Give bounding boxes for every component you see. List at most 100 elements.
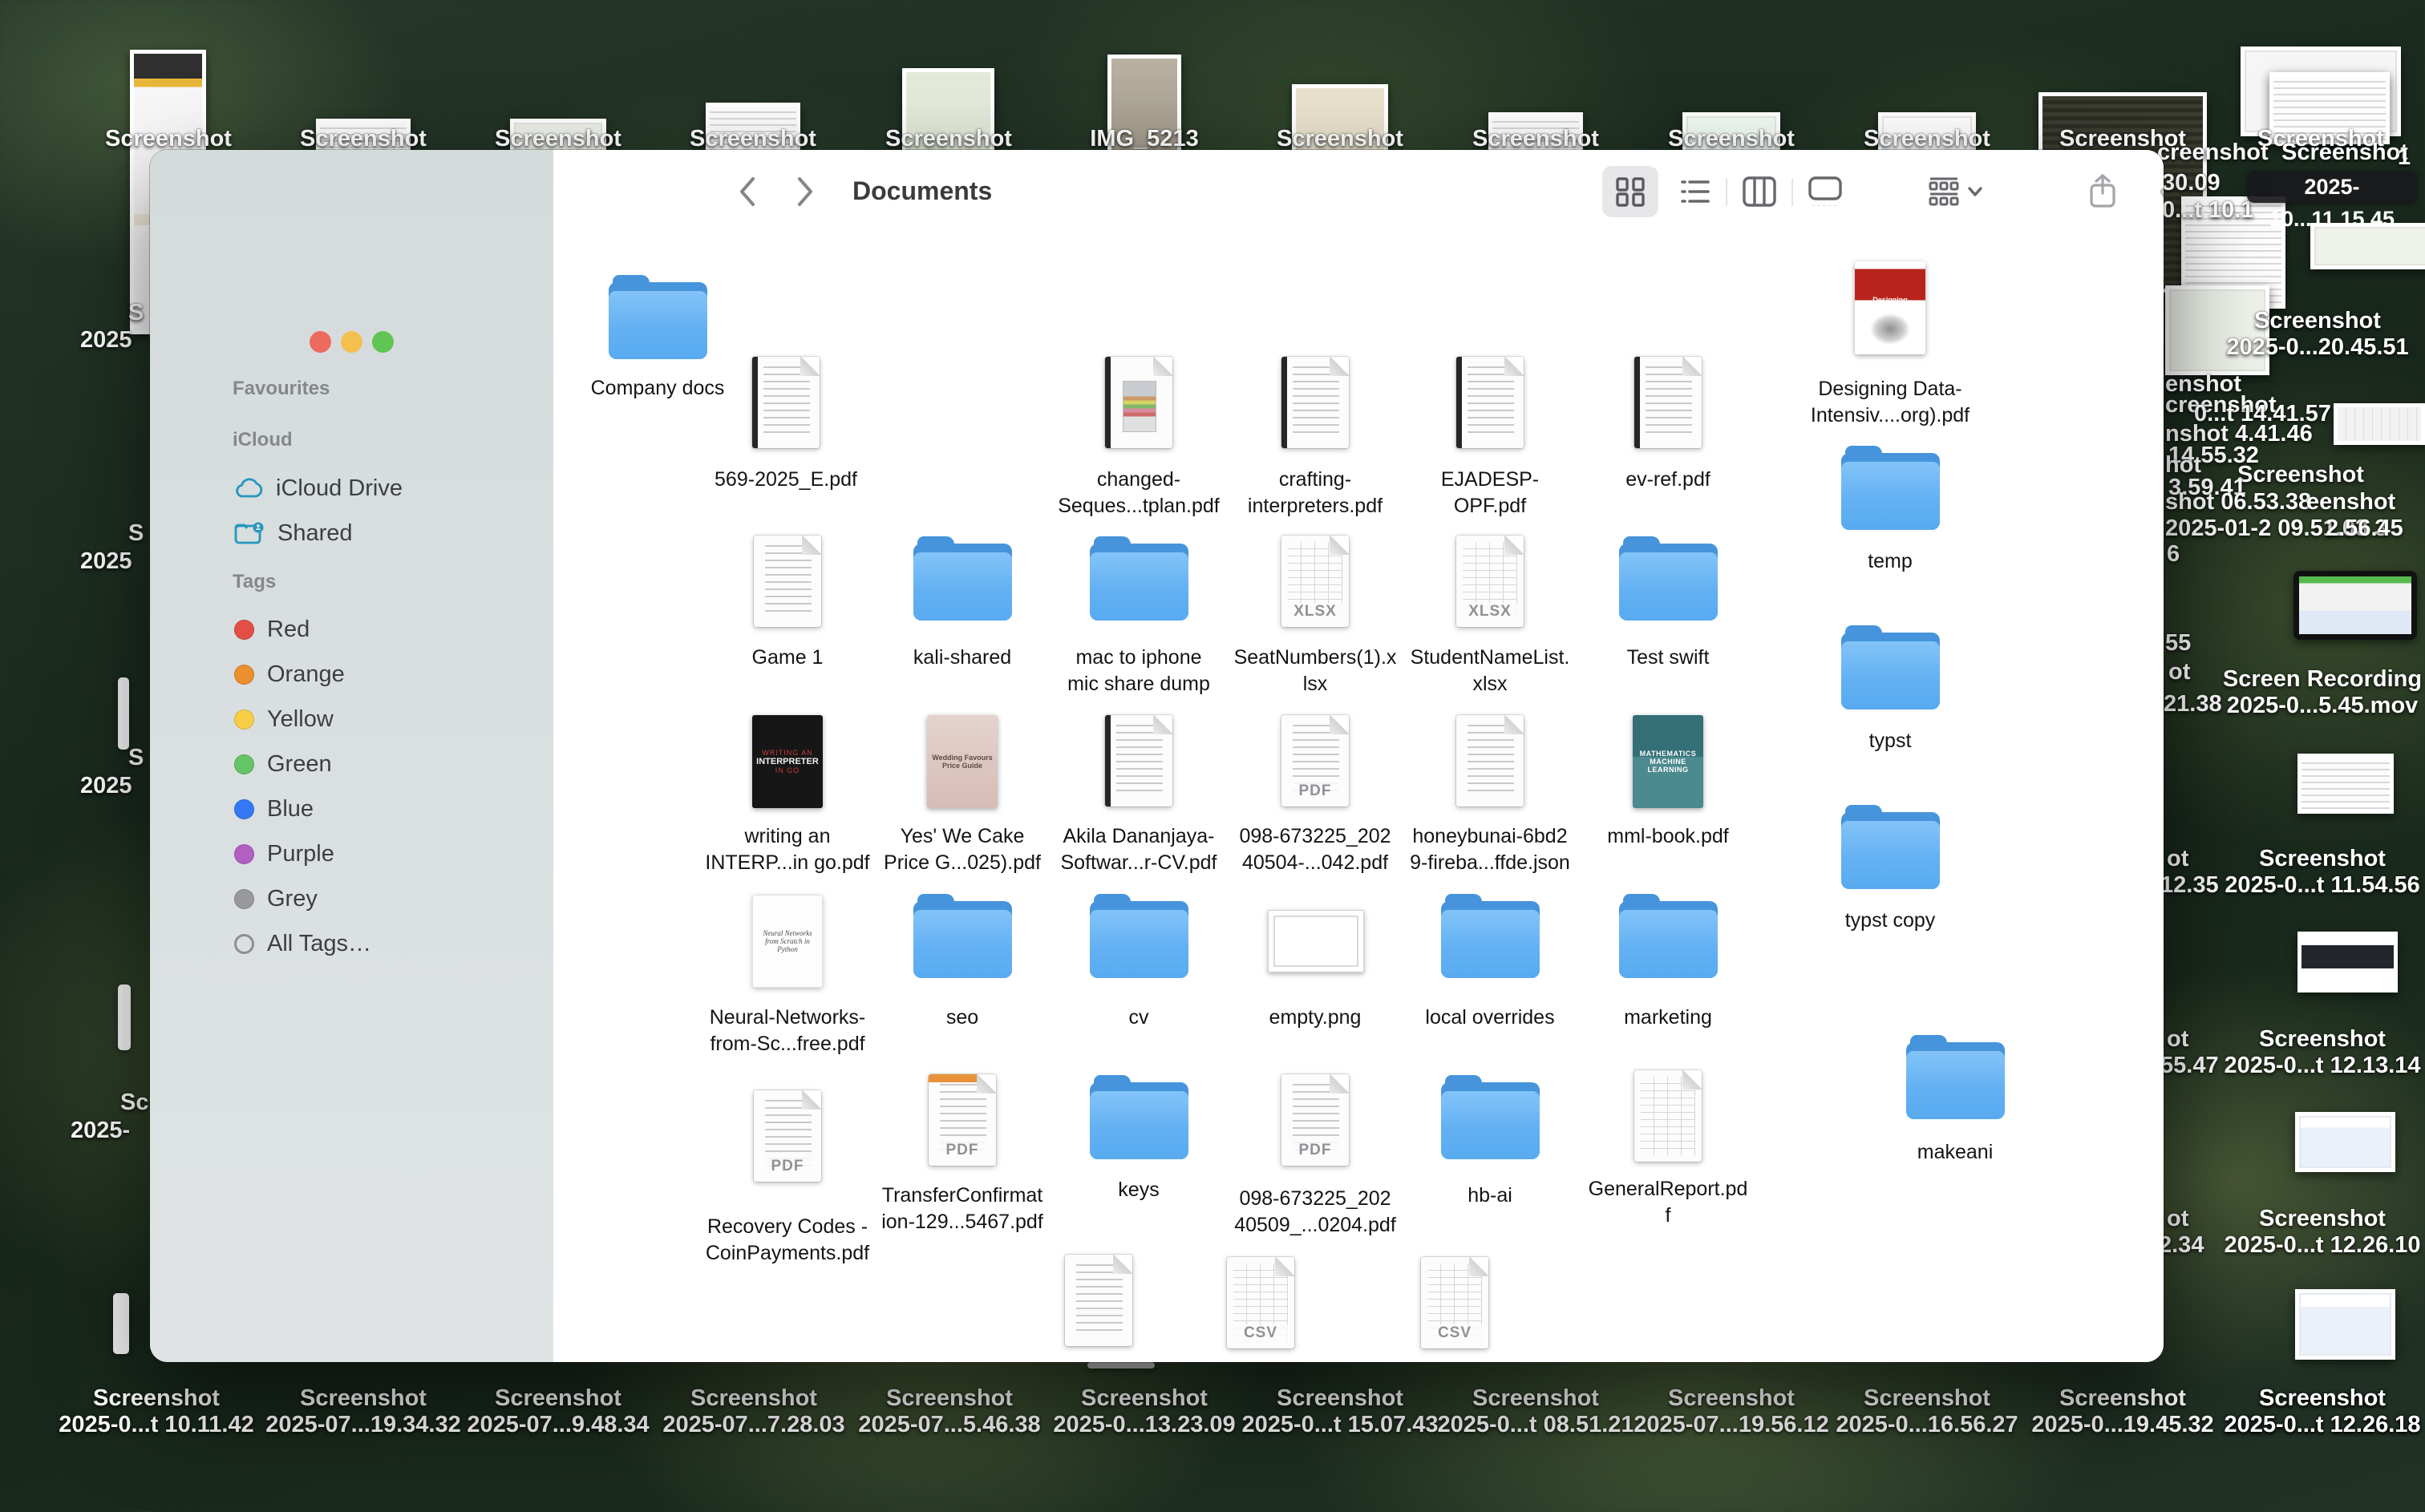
desktop-icon-label-fragment[interactable]: ot bbox=[2167, 846, 2188, 872]
sheet-thumbnail-icon bbox=[2334, 403, 2425, 445]
file-label: CoinPayments.pdf bbox=[695, 1240, 880, 1267]
file-label: kali-shared bbox=[870, 645, 1055, 671]
folder-icon bbox=[609, 282, 707, 359]
desktop-icon-label: Screenshot bbox=[2202, 1026, 2425, 1053]
file-label: Game 1 bbox=[695, 645, 880, 671]
desktop-icon-label-fragment[interactable]: 12.35 bbox=[2160, 872, 2219, 899]
document-file-icon bbox=[1456, 715, 1524, 807]
document-file-icon bbox=[754, 536, 821, 627]
desktop-icon-label-fragment[interactable]: Screenshot bbox=[2237, 462, 2364, 488]
desktop-icon-label-fragment[interactable]: 2025- bbox=[71, 1118, 130, 1144]
desktop-icon-label-fragment[interactable]: 2.56.45 bbox=[2326, 515, 2403, 542]
document-file-icon: DesigningData-IntensiveApplications bbox=[1855, 261, 1925, 354]
desktop-icon-label-fragment[interactable]: eenshot bbox=[2306, 489, 2395, 515]
desktop-icon-label: 2025-0...t 10.11.42 bbox=[36, 1412, 277, 1438]
desktop-icon-label-fragment[interactable]: 30.09 bbox=[2162, 170, 2221, 196]
document-file-icon bbox=[1634, 1070, 1702, 1162]
file-label: seo bbox=[870, 1005, 1055, 1031]
file-label: mic share dump bbox=[1047, 671, 1231, 697]
folder-icon bbox=[913, 544, 1012, 621]
image-file-icon bbox=[1268, 910, 1364, 972]
document-file-icon bbox=[1065, 1255, 1132, 1346]
desktop-icon-label: Screenshot bbox=[2202, 846, 2425, 872]
document-file-icon bbox=[1456, 357, 1524, 448]
document-file-icon bbox=[1105, 715, 1172, 807]
document-file-icon: Neural Networksfrom Scratch inPython bbox=[752, 895, 823, 988]
folder-icon bbox=[1441, 901, 1540, 978]
desktop-icon-label: 2025-0...t 12.26.10 bbox=[2202, 1232, 2425, 1259]
desktop-icon-label: 2025-0...t 11.54.56 bbox=[2202, 872, 2425, 899]
file-label: Seques...tplan.pdf bbox=[1047, 493, 1231, 519]
file-label: 098-673225_202 bbox=[1223, 823, 1407, 850]
desktop-icon-label-fragment[interactable]: S bbox=[128, 745, 144, 771]
desktop-icon-label-fragment[interactable]: 55 bbox=[2165, 630, 2191, 657]
files-layer: Company docsDesigningData-IntensiveAppli… bbox=[150, 150, 2164, 1362]
desktop-icon-label-fragment[interactable]: ot bbox=[2168, 659, 2190, 685]
desktop-icon-label-fragment[interactable]: Screenshot bbox=[2281, 139, 2408, 166]
folder-icon bbox=[1841, 812, 1940, 889]
file-label: 40509_...0204.pdf bbox=[1223, 1212, 1407, 1239]
desktop-icon-label-fragment[interactable]: 2025 bbox=[80, 773, 132, 799]
desktop-icon-label-fragment[interactable]: 21.38 bbox=[2164, 691, 2222, 718]
folder-icon bbox=[1841, 453, 1940, 530]
desktop-icon-label-fragment[interactable]: Sc bbox=[120, 1090, 148, 1116]
file-label: Yes' We Cake bbox=[870, 823, 1055, 850]
desktop-icon-label-fragment[interactable]: 6 bbox=[2167, 541, 2180, 568]
desktop-icon-label-fragment[interactable]: creenshot bbox=[2157, 139, 2269, 166]
file-label: lsx bbox=[1223, 671, 1407, 697]
desktop-icon-sliver bbox=[1087, 1362, 1155, 1368]
skill-thumbnail-icon bbox=[2297, 932, 2398, 993]
desktop-icon-label: 2025-0...5.45.mov bbox=[2202, 693, 2425, 719]
desktop-icon-label: 2025-0...20.45.51 bbox=[2197, 334, 2425, 361]
file-label: makeani bbox=[1863, 1139, 2047, 1166]
file-label: INTERP...in go.pdf bbox=[695, 850, 880, 876]
desktop-icon-label-fragment[interactable]: 2025 bbox=[80, 327, 132, 354]
folder-icon bbox=[1619, 901, 1718, 978]
document-file-icon bbox=[752, 357, 820, 448]
desktop-icon-label-fragment[interactable]: 55.47 bbox=[2160, 1053, 2219, 1079]
desktop-icon-label-fragment[interactable]: ot bbox=[2167, 1206, 2188, 1232]
file-label: xlsx bbox=[1398, 671, 1582, 697]
file-label: ev-ref.pdf bbox=[1576, 467, 1760, 493]
file-label: writing an bbox=[695, 823, 880, 850]
folder-icon bbox=[1090, 544, 1188, 621]
desktop-icon-label-fragment[interactable]: 2.34 bbox=[2159, 1232, 2204, 1259]
file-label: honeybunai-6bd2 bbox=[1398, 823, 1582, 850]
desktop-icon-label: Screen Recording bbox=[2202, 666, 2425, 693]
file-label: Akila Dananjaya- bbox=[1047, 823, 1231, 850]
desktop-icon-label-fragment[interactable]: ot bbox=[2167, 1026, 2188, 1053]
document-file-icon: Wedding FavoursPrice Guide bbox=[927, 715, 998, 808]
desktop-icon-label: Screenshot bbox=[2197, 308, 2425, 334]
document-file-icon: XLSX bbox=[1281, 536, 1349, 627]
document-file-icon: XLSX bbox=[1456, 536, 1524, 627]
desktop-icon-label-fragment[interactable]: shot 06.53.38 bbox=[2165, 489, 2311, 515]
folder-icon bbox=[913, 901, 1012, 978]
selected-desktop-icon-label[interactable]: 2025-10...11.15.45 bbox=[2247, 171, 2417, 203]
desktop-icon-label-fragment[interactable]: 1 bbox=[2398, 144, 2411, 171]
file-type-badge: PDF bbox=[1281, 1142, 1349, 1159]
document-file-icon: PDF bbox=[1281, 1074, 1349, 1166]
desktop-icon-label-fragment[interactable]: 2025 bbox=[80, 548, 132, 575]
document-file-icon bbox=[1105, 357, 1172, 448]
file-label: 9-fireba...ffde.json bbox=[1398, 850, 1582, 876]
file-label: crafting- bbox=[1223, 467, 1407, 493]
file-label: Designing Data- bbox=[1798, 376, 1982, 402]
file-label: 098-673225_202 bbox=[1223, 1186, 1407, 1212]
file-label: typst bbox=[1798, 728, 1982, 754]
desktop-icon-label: 2025-0...t 12.13.14 bbox=[2202, 1053, 2425, 1079]
file-label: empty.png bbox=[1223, 1005, 1407, 1031]
document-file-icon bbox=[1634, 357, 1702, 448]
file-label: Price G...025).pdf bbox=[870, 850, 1055, 876]
file-type-badge: CSV bbox=[1421, 1324, 1488, 1342]
file-label: EJADESP- bbox=[1398, 467, 1582, 493]
file-label: changed- bbox=[1047, 467, 1231, 493]
desktop-icon-label-fragment[interactable]: S bbox=[128, 300, 144, 326]
desktop-icon-label-fragment[interactable]: 0...t 10.1 bbox=[2162, 197, 2253, 224]
document-file-icon: PDF bbox=[754, 1090, 821, 1182]
document-file-icon: CSV bbox=[1227, 1257, 1294, 1348]
document-file-icon: PDF bbox=[1281, 715, 1349, 807]
file-label: Softwar...r-CV.pdf bbox=[1047, 850, 1231, 876]
file-type-badge: PDF bbox=[754, 1158, 821, 1175]
document-file-icon: CSV bbox=[1421, 1257, 1488, 1348]
desktop-icon-label-fragment[interactable]: S bbox=[128, 520, 144, 547]
